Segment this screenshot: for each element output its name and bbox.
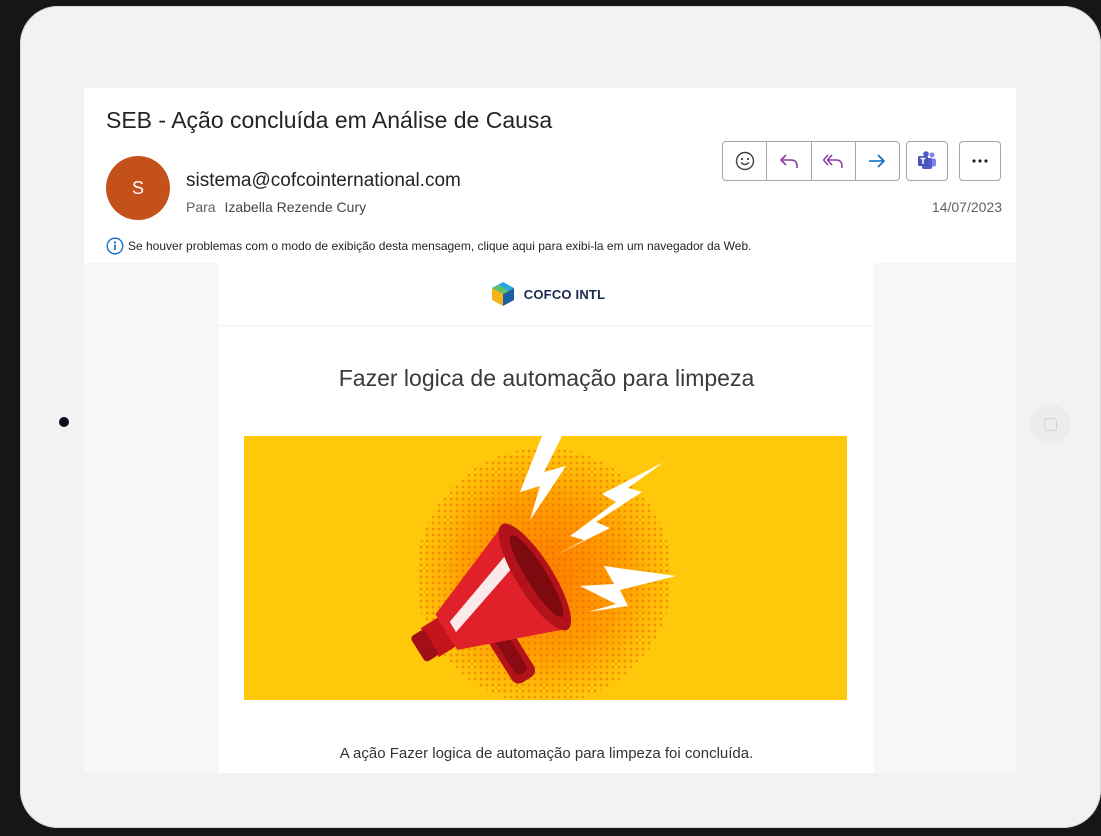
more-actions-button[interactable]	[959, 141, 1001, 181]
email-date: 14/07/2023	[931, 199, 1002, 215]
reply-all-icon	[822, 154, 843, 168]
sender-avatar[interactable]: S	[106, 156, 170, 220]
action-title: Fazer logica de automação para limpeza	[338, 365, 755, 391]
info-icon	[106, 237, 124, 255]
email-body-card: COFCO INTL Fazer logica de automação par…	[219, 263, 874, 773]
cofco-logo-icon	[491, 282, 514, 306]
avatar-initial: S	[131, 178, 144, 198]
more-icon	[972, 159, 988, 163]
forward-icon	[869, 154, 886, 168]
info-message: Se houver problemas com o modo de exibiç…	[128, 239, 752, 253]
recipient-row: Para Izabella Rezende Cury	[186, 199, 366, 215]
emoji-icon	[735, 151, 754, 171]
home-button[interactable]	[1030, 404, 1070, 444]
emoji-reaction-button[interactable]	[723, 142, 768, 180]
logo-text: COFCO INTL	[523, 286, 606, 302]
email-reading-pane: SEB - Ação concluída em Análise de Causa…	[84, 88, 1016, 773]
sender-address[interactable]: sistema@cofcointernational.com	[186, 170, 461, 192]
recipient-name[interactable]: Izabella Rezende Cury	[224, 199, 366, 215]
camera-dot	[59, 417, 69, 427]
megaphone-banner	[244, 436, 847, 700]
display-info-bar[interactable]: Se houver problemas com o modo de exibiç…	[106, 237, 751, 255]
completion-message: A ação Fazer logica de automação para li…	[339, 745, 754, 762]
to-label: Para	[186, 199, 216, 215]
reply-all-button[interactable]	[812, 142, 856, 180]
megaphone-illustration	[411, 436, 676, 700]
forward-button[interactable]	[856, 142, 899, 180]
reply-icon	[780, 154, 798, 168]
teams-icon	[918, 151, 936, 169]
company-logo: COFCO INTL	[219, 263, 874, 326]
email-subject: SEB - Ação concluída em Análise de Causa	[106, 107, 553, 133]
reply-button[interactable]	[767, 142, 812, 180]
message-actions	[722, 141, 900, 181]
teams-share-button[interactable]	[906, 141, 948, 181]
email-header: SEB - Ação concluída em Análise de Causa…	[84, 88, 1016, 263]
